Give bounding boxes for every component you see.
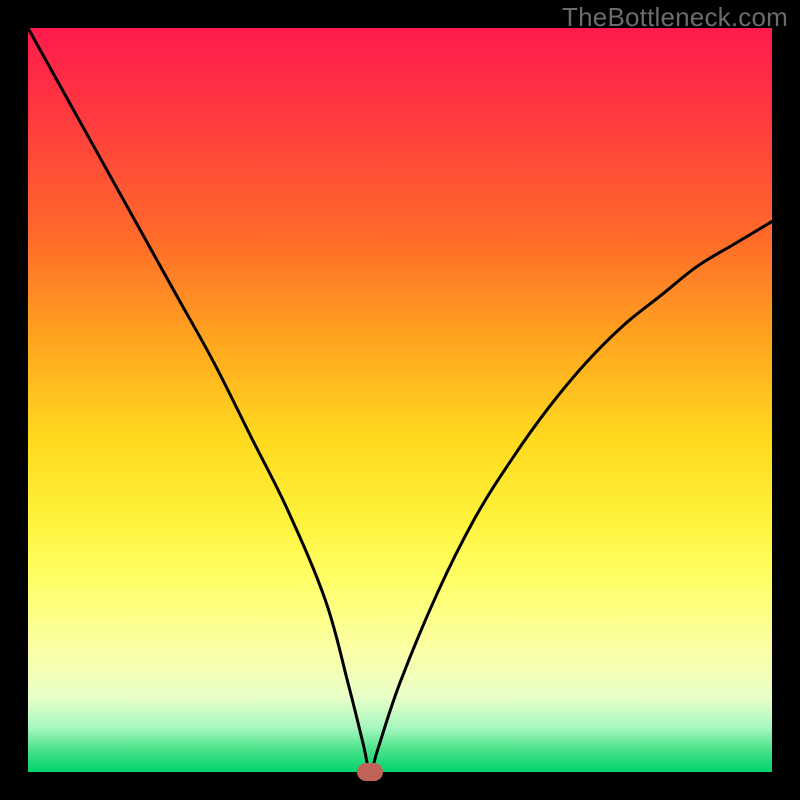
chart-frame: TheBottleneck.com [0, 0, 800, 800]
bottleneck-curve [28, 28, 772, 772]
watermark-text: TheBottleneck.com [562, 2, 788, 33]
optimum-marker [357, 763, 383, 781]
